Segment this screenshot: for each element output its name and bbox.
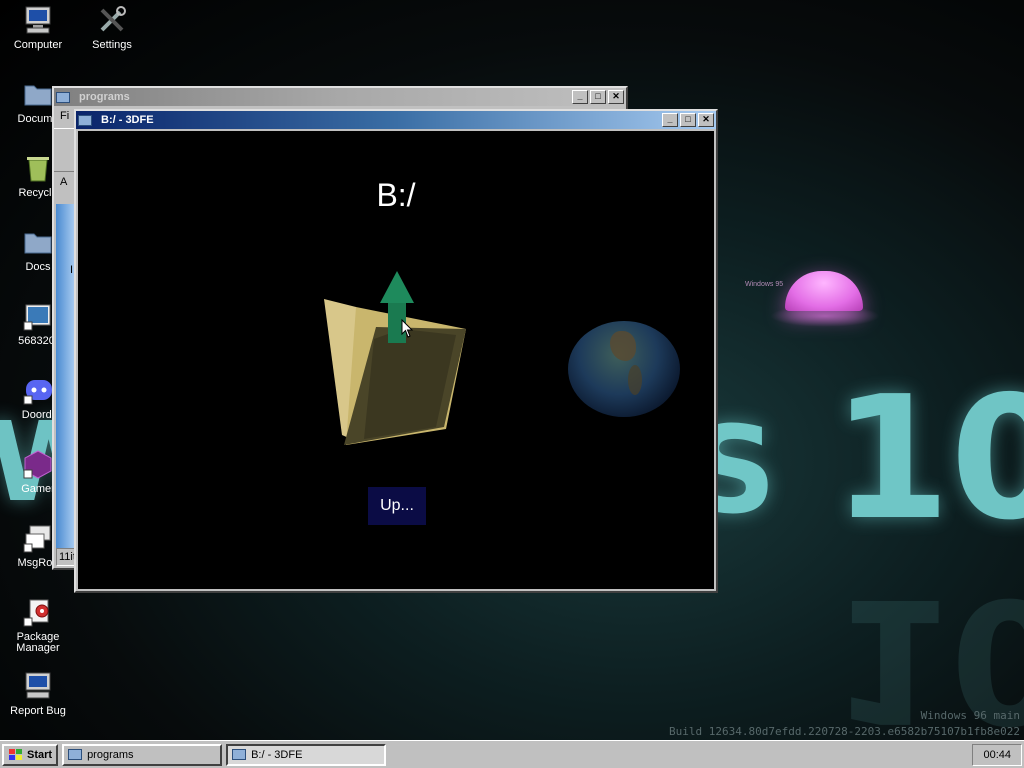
system-tray: 00:44 [972,743,1022,766]
programs-sidebar: I [56,204,74,548]
msgroom-icon [22,522,54,554]
build-watermark-line2: Build 12634.80d7efdd.220728-2203.e6582b7… [669,725,1020,738]
settings-icon [96,4,128,36]
close-button[interactable]: ✕ [608,90,624,104]
pink-dome-decoration [785,271,863,311]
folder-icon [68,749,83,760]
desktop-icon-label: Package Manager [16,631,60,654]
address-label: A [60,176,68,188]
3d-up-arrow[interactable] [372,271,422,351]
window-title: programs [79,91,130,103]
minimize-button[interactable]: _ [662,113,678,127]
folder-icon [22,78,54,110]
build-watermark-line1: Windows 96 main [920,709,1020,722]
folder-icon [22,226,54,258]
desktop-icon-label: Report Bug [10,705,66,717]
window-title: B:/ - 3DFE [101,114,154,126]
desktop-icon-label: Settings [92,39,132,51]
start-button[interactable]: Start [2,743,59,766]
gamer-icon [22,448,54,480]
clock[interactable]: 00:44 [983,749,1011,761]
windows-logo-icon [9,748,22,760]
wallpaper-number-10: 10 [832,360,1024,558]
computer-icon [22,4,54,36]
folder-icon [56,91,70,103]
programs-statusbar: 11it [56,548,76,566]
desktop-icon-computer[interactable]: Computer [0,4,76,51]
taskbar: Start programs B:/ - 3DFE 00:44 [0,740,1024,768]
task-label: programs [87,748,134,761]
folder-icon [232,749,247,760]
dome-label: Windows 95 [745,281,784,288]
globe-icon[interactable] [568,321,680,417]
menu-file[interactable]: Fi [60,110,69,122]
maximize-button[interactable]: □ [680,113,696,127]
maximize-button[interactable]: □ [590,90,606,104]
desktop-icon-label: Computer [13,39,63,51]
current-path-label: B:/ [376,177,416,213]
package-manager-icon [22,596,54,628]
image-file-icon [22,300,54,332]
desktop-icon-report-bug[interactable]: Report Bug [0,670,76,717]
3d-viewport[interactable]: B:/ Up... [78,131,714,589]
start-label: Start [27,748,53,761]
task-button-programs[interactable]: programs [62,743,223,766]
folder-icon [78,114,92,126]
task-button-3dfe[interactable]: B:/ - 3DFE [226,743,387,766]
report-bug-icon [22,670,54,702]
recycle-bin-icon [22,152,54,184]
up-button[interactable]: Up... [368,487,426,525]
close-button[interactable]: ✕ [698,113,714,127]
minimize-button[interactable]: _ [572,90,588,104]
mouse-cursor-icon [401,319,414,338]
desktop-icon-settings[interactable]: Settings [74,4,150,51]
programs-titlebar[interactable]: programs _ □ ✕ [54,88,626,106]
task-label: B:/ - 3DFE [251,748,303,761]
dfe-titlebar[interactable]: B:/ - 3DFE _ □ ✕ [76,111,716,129]
discord-icon [22,374,54,406]
sidebar-fragment: I [70,264,74,276]
dfe-window[interactable]: B:/ - 3DFE _ □ ✕ B:/ Up... [74,109,718,593]
desktop-icon-package-manager[interactable]: Package Manager [0,596,76,654]
